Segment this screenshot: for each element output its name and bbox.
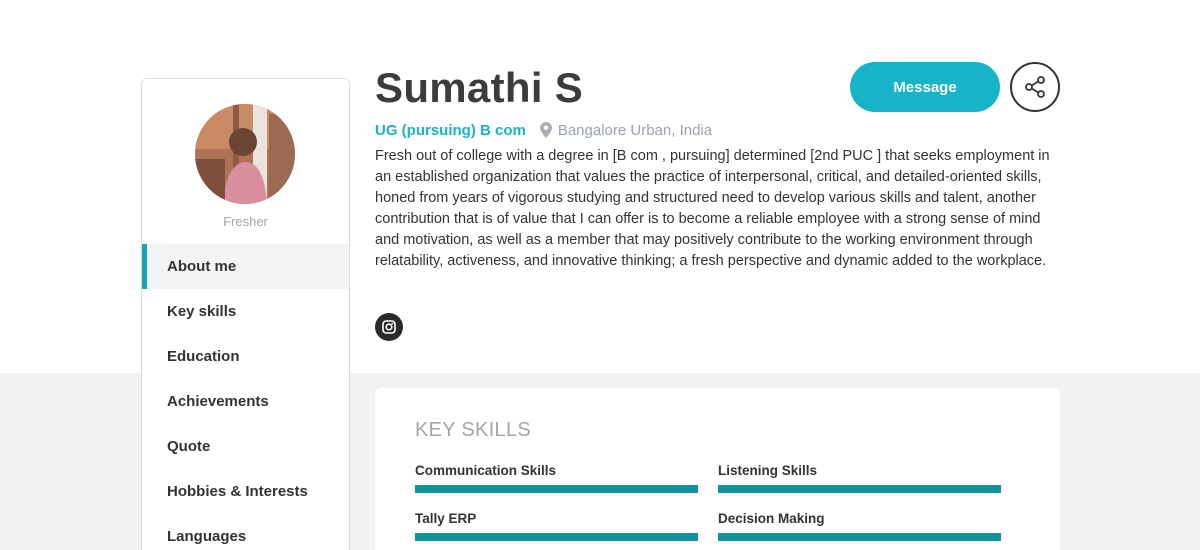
skill-name: Tally ERP [415, 511, 477, 526]
profile-name: Sumathi S [375, 64, 584, 111]
profile-bio: Fresh out of college with a degree in [B… [375, 148, 1050, 269]
profile-sidebar: Fresher About me Key skills Education Ac… [141, 78, 350, 550]
skill-bar-fill [415, 533, 698, 541]
status-label: Fresher [223, 214, 268, 229]
skill-item: Listening Skills [718, 463, 1001, 493]
skill-bar-track [718, 485, 1001, 493]
skill-bar-track [718, 533, 1001, 541]
sidebar-item-education[interactable]: Education [142, 334, 349, 379]
profile-meta: UG (pursuing) B com Bangalore Urban, Ind… [375, 120, 712, 140]
sidebar-item-quote[interactable]: Quote [142, 424, 349, 469]
key-skills-title: KEY SKILLS [415, 419, 532, 441]
skill-bar-fill [718, 485, 1001, 493]
skill-bar-track [415, 533, 698, 541]
sidebar-item-achievements[interactable]: Achievements [142, 379, 349, 424]
sidebar-item-about-me[interactable]: About me [142, 244, 349, 289]
location-pin-icon [539, 122, 552, 138]
skill-name: Decision Making [718, 511, 825, 526]
skill-name: Listening Skills [718, 463, 818, 478]
skill-bar-fill [415, 485, 698, 493]
sidebar-item-hobbies-interests[interactable]: Hobbies & Interests [142, 469, 349, 514]
sidebar-nav: About me Key skills Education Achievemen… [142, 244, 349, 550]
sidebar-item-languages[interactable]: Languages [142, 514, 349, 550]
skill-item: Tally ERP [415, 511, 698, 541]
key-skills-card: KEY SKILLS Communication Skills Listenin… [375, 388, 1060, 550]
share-button[interactable] [1010, 62, 1060, 112]
instagram-icon[interactable] [375, 313, 403, 341]
message-button[interactable]: Message [850, 62, 1000, 112]
avatar [195, 104, 295, 204]
skill-item: Decision Making [718, 511, 1001, 541]
skill-name: Communication Skills [415, 463, 557, 478]
sidebar-item-key-skills[interactable]: Key skills [142, 289, 349, 334]
skill-bar-fill [718, 533, 1001, 541]
skill-bar-track [415, 485, 698, 493]
location-label: Bangalore Urban, India [557, 121, 713, 139]
degree-label: UG (pursuing) B com [375, 121, 526, 139]
skill-item: Communication Skills [415, 463, 698, 493]
share-icon [1025, 76, 1045, 98]
